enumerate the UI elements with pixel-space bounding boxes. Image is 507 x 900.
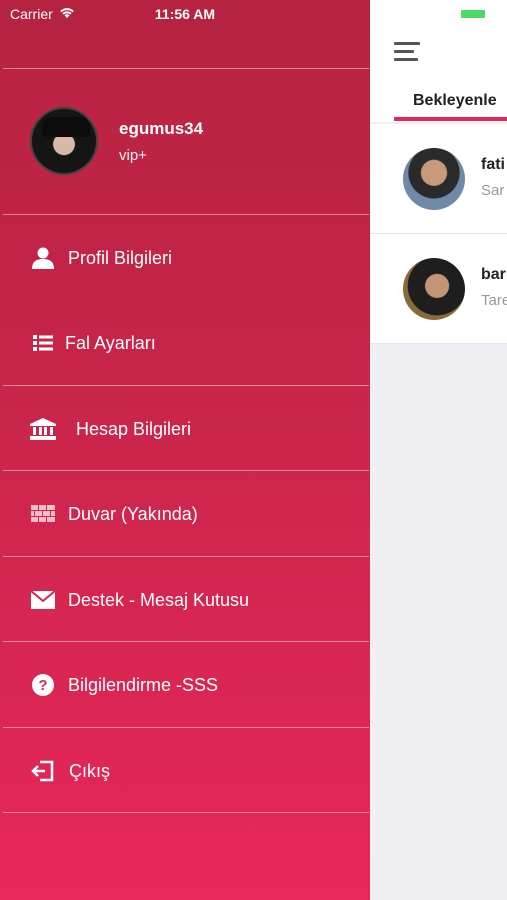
list-item[interactable]: bar Tare bbox=[370, 234, 507, 344]
avatar bbox=[403, 258, 465, 320]
row-subtitle: Sar bbox=[481, 182, 505, 199]
tab-indicator bbox=[394, 117, 507, 121]
menu-item-cikis[interactable]: Çıkış bbox=[0, 728, 370, 814]
divider bbox=[3, 812, 369, 813]
status-time: 11:56 AM bbox=[154, 6, 216, 22]
menu-label: Bilgilendirme -SSS bbox=[68, 674, 219, 695]
row-name: fati bbox=[481, 156, 505, 173]
mail-icon bbox=[30, 587, 56, 613]
menu-item-hesap-bilgileri[interactable]: Hesap Bilgileri bbox=[0, 386, 370, 472]
list-icon bbox=[30, 330, 56, 356]
main-header: Bekleyenle bbox=[370, 0, 507, 122]
main-content: Bekleyenle fati Sar bar Tare bbox=[370, 0, 507, 900]
avatar[interactable] bbox=[30, 107, 98, 175]
menu-label: Duvar (Yakında) bbox=[68, 503, 198, 524]
logout-icon bbox=[30, 758, 56, 784]
battery-icon bbox=[461, 10, 485, 18]
hamburger-menu-icon[interactable] bbox=[394, 42, 420, 62]
list-item[interactable]: fati Sar bbox=[370, 124, 507, 234]
menu-label: Fal Ayarları bbox=[65, 332, 156, 353]
menu-item-sss[interactable]: ? Bilgilendirme -SSS bbox=[0, 642, 370, 728]
menu-label: Çıkış bbox=[69, 760, 111, 781]
menu-label: Destek - Mesaj Kutusu bbox=[68, 589, 250, 610]
row-subtitle: Tare bbox=[481, 292, 507, 309]
tab-bekleyenler[interactable]: Bekleyenle bbox=[413, 92, 497, 110]
menu-label: Hesap Bilgileri bbox=[76, 418, 192, 439]
username: egumus34 bbox=[119, 119, 204, 138]
side-drawer: Carrier egumus34 vip+ Profil Bilgileri F… bbox=[0, 0, 370, 900]
svg-text:?: ? bbox=[38, 677, 47, 694]
menu-label: Profil Bilgileri bbox=[68, 247, 173, 268]
person-icon bbox=[30, 245, 56, 271]
user-level: vip+ bbox=[119, 147, 147, 164]
menu-item-destek[interactable]: Destek - Mesaj Kutusu bbox=[0, 557, 370, 643]
avatar bbox=[403, 148, 465, 210]
row-name: bar bbox=[481, 266, 506, 283]
profile-header[interactable]: egumus34 vip+ bbox=[0, 69, 370, 215]
bank-icon bbox=[30, 416, 56, 442]
wall-icon bbox=[30, 501, 56, 527]
menu-item-profil-bilgileri[interactable]: Profil Bilgileri bbox=[0, 215, 370, 301]
question-icon: ? bbox=[30, 672, 56, 698]
menu-item-fal-ayarlari[interactable]: Fal Ayarları bbox=[0, 300, 370, 386]
menu-item-duvar[interactable]: Duvar (Yakında) bbox=[0, 471, 370, 557]
